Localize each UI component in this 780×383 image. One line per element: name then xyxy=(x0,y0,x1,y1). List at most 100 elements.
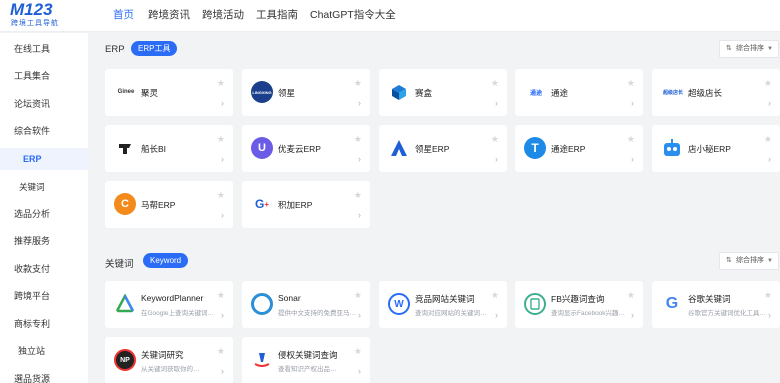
chevron-right-icon[interactable]: › xyxy=(358,310,361,320)
star-icon[interactable]: ★ xyxy=(354,290,362,301)
chevron-right-icon[interactable]: › xyxy=(631,98,634,108)
star-icon[interactable]: ★ xyxy=(764,134,772,145)
keyword-research-logo-icon: NP xyxy=(114,349,136,371)
tool-name: 领星ERP xyxy=(415,144,450,154)
star-icon[interactable]: ★ xyxy=(491,134,499,145)
tool-description: 提供中文支持的免费亚马逊… xyxy=(278,310,356,317)
tool-card-google-keywords[interactable]: G 谷歌关键词 谷歌官方关键词优化工具… ★ › xyxy=(652,281,780,328)
tool-card-captain-bi[interactable]: 船长BI ★ › xyxy=(105,125,233,172)
chevron-right-icon[interactable]: › xyxy=(631,310,634,320)
tool-card-keyword-research[interactable]: NP 关键词研究 从关键词获取你的… ★ › xyxy=(105,337,233,383)
chevron-right-icon[interactable]: › xyxy=(768,310,771,320)
tool-card-jijia-erp[interactable]: G + 积加ERP ★ › xyxy=(242,181,370,228)
tool-card-lingxing-erp[interactable]: 领星ERP ★ › xyxy=(379,125,507,172)
tool-name: 超级店长 xyxy=(688,88,723,98)
star-icon[interactable]: ★ xyxy=(764,78,772,89)
nav-tool-guide[interactable]: 工具指南 xyxy=(256,0,298,32)
tool-name: 侵权关键词查询 xyxy=(278,350,338,360)
tool-card-dianxiaomi-erp[interactable]: 店小秘ERP ★ › xyxy=(652,125,780,172)
sidebar-item-payments[interactable]: 收款支付 xyxy=(0,258,88,280)
chevron-right-icon[interactable]: › xyxy=(495,310,498,320)
sidebar-item-forum-news[interactable]: 论坛资讯 xyxy=(0,93,88,115)
tool-card-ginee[interactable]: Ginee 聚灵 ★ › xyxy=(105,69,233,116)
chevron-right-icon[interactable]: › xyxy=(631,154,634,164)
tool-card-infringement-keywords[interactable]: 侵权关键词查询 查看知识产权出品… ★ › xyxy=(242,337,370,383)
star-icon[interactable]: ★ xyxy=(627,134,635,145)
tool-card-competitor-keywords[interactable]: W 竞品网站关键词 查询对应网站的关键词… ★ › xyxy=(379,281,507,328)
sidebar-item-keyword[interactable]: 关键词 xyxy=(0,176,88,198)
star-icon[interactable]: ★ xyxy=(217,190,225,201)
chevron-right-icon[interactable]: › xyxy=(221,154,224,164)
tool-card-lingxing[interactable]: LINGXING 领星 ★ › xyxy=(242,69,370,116)
star-icon[interactable]: ★ xyxy=(354,78,362,89)
competitor-keywords-logo-icon: W xyxy=(388,293,410,315)
sort-dropdown-keyword[interactable]: ⇅ 综合排序 ▼ xyxy=(719,252,779,270)
tool-card-keyword-planner[interactable]: KeywordPlanner 在Google上查询关键词… ★ › xyxy=(105,281,233,328)
sidebar-item-online-tools[interactable]: 在线工具 xyxy=(0,38,88,60)
star-icon[interactable]: ★ xyxy=(217,290,225,301)
star-icon[interactable]: ★ xyxy=(491,78,499,89)
chevron-right-icon[interactable]: › xyxy=(358,154,361,164)
star-icon[interactable]: ★ xyxy=(627,290,635,301)
sidebar-item-trademark[interactable]: 商标专利 xyxy=(0,313,88,335)
sort-label: 综合排序 xyxy=(736,45,764,52)
top-navbar: M123 跨境工具导航 首页 跨境资讯 跨境活动 工具指南 ChatGPT指令大… xyxy=(0,0,780,32)
chevron-right-icon[interactable]: › xyxy=(358,366,361,376)
sort-icon: ⇅ xyxy=(726,45,732,52)
star-icon[interactable]: ★ xyxy=(354,190,362,201)
logo-subtitle: 跨境工具导航 xyxy=(11,20,59,27)
sidebar-item-product-research[interactable]: 选品分析 xyxy=(0,203,88,225)
caret-down-icon: ▼ xyxy=(767,258,773,264)
caret-down-icon: ▼ xyxy=(767,46,773,52)
star-icon[interactable]: ★ xyxy=(491,290,499,301)
site-logo[interactable]: M123 跨境工具导航 xyxy=(10,0,90,30)
chevron-right-icon[interactable]: › xyxy=(358,98,361,108)
nav-home[interactable]: 首页 xyxy=(113,0,134,32)
tool-card-mabang-erp[interactable]: C 马帮ERP ★ › xyxy=(105,181,233,228)
tool-name: KeywordPlanner xyxy=(141,293,204,303)
tag-erp-tools[interactable]: ERP工具 xyxy=(131,41,178,56)
google-logo-icon: G xyxy=(661,293,683,315)
nav-chatgpt-prompts[interactable]: ChatGPT指令大全 xyxy=(310,0,396,32)
sidebar-item-sourcing[interactable]: 選品货源 xyxy=(0,368,88,383)
chevron-right-icon[interactable]: › xyxy=(495,154,498,164)
chevron-right-icon[interactable]: › xyxy=(358,210,361,220)
tool-description: 查看知识产权出品… xyxy=(278,366,337,373)
sort-dropdown-erp[interactable]: ⇅ 综合排序 ▼ xyxy=(719,40,779,58)
sidebar-item-standalone-site[interactable]: 独立站 xyxy=(0,340,88,362)
tag-keyword[interactable]: Keyword xyxy=(143,253,189,268)
tool-name: 优麦云ERP xyxy=(278,144,321,154)
tool-card-youmaiyun-erp[interactable]: U 优麦云ERP ★ › xyxy=(242,125,370,172)
tool-card-fb-interest[interactable]: FB兴趣词查询 查询显示Facebook兴趣词… ★ › xyxy=(515,281,643,328)
sidebar-item-software[interactable]: 综合软件 xyxy=(0,120,88,142)
tool-name: 竞品网站关键词 xyxy=(415,294,475,304)
sidebar-item-recommended[interactable]: 推荐服务 xyxy=(0,230,88,252)
chevron-right-icon[interactable]: › xyxy=(221,366,224,376)
star-icon[interactable]: ★ xyxy=(354,346,362,357)
star-icon[interactable]: ★ xyxy=(764,290,772,301)
star-icon[interactable]: ★ xyxy=(217,134,225,145)
tool-card-tongtu[interactable]: 通途 通途 ★ › xyxy=(515,69,643,116)
nav-cross-border-events[interactable]: 跨境活动 xyxy=(202,0,244,32)
tool-card-tongtu-erp[interactable]: T 通途ERP ★ › xyxy=(515,125,643,172)
tool-card-sonar[interactable]: Sonar 提供中文支持的免费亚马逊… ★ › xyxy=(242,281,370,328)
star-icon[interactable]: ★ xyxy=(354,134,362,145)
tool-card-saihe[interactable]: 赛盒 ★ › xyxy=(379,69,507,116)
tool-card-super-manager[interactable]: 超级店长 超级店长 ★ › xyxy=(652,69,780,116)
star-icon[interactable]: ★ xyxy=(217,78,225,89)
chevron-right-icon[interactable]: › xyxy=(221,98,224,108)
chevron-right-icon[interactable]: › xyxy=(768,154,771,164)
chevron-right-icon[interactable]: › xyxy=(768,98,771,108)
sidebar-item-tool-collection[interactable]: 工具集合 xyxy=(0,65,88,87)
chevron-right-icon[interactable]: › xyxy=(495,98,498,108)
chevron-right-icon[interactable]: › xyxy=(221,310,224,320)
sidebar-item-platforms[interactable]: 跨境平台 xyxy=(0,285,88,307)
infringement-keywords-logo-icon xyxy=(251,349,273,371)
sidebar-item-erp[interactable]: ERP xyxy=(0,148,88,170)
nav-cross-border-news[interactable]: 跨境资讯 xyxy=(148,0,190,32)
star-icon[interactable]: ★ xyxy=(217,346,225,357)
chevron-right-icon[interactable]: › xyxy=(221,210,224,220)
mabang-logo-icon: C xyxy=(114,193,136,215)
tool-name: 赛盒 xyxy=(415,88,433,98)
star-icon[interactable]: ★ xyxy=(627,78,635,89)
